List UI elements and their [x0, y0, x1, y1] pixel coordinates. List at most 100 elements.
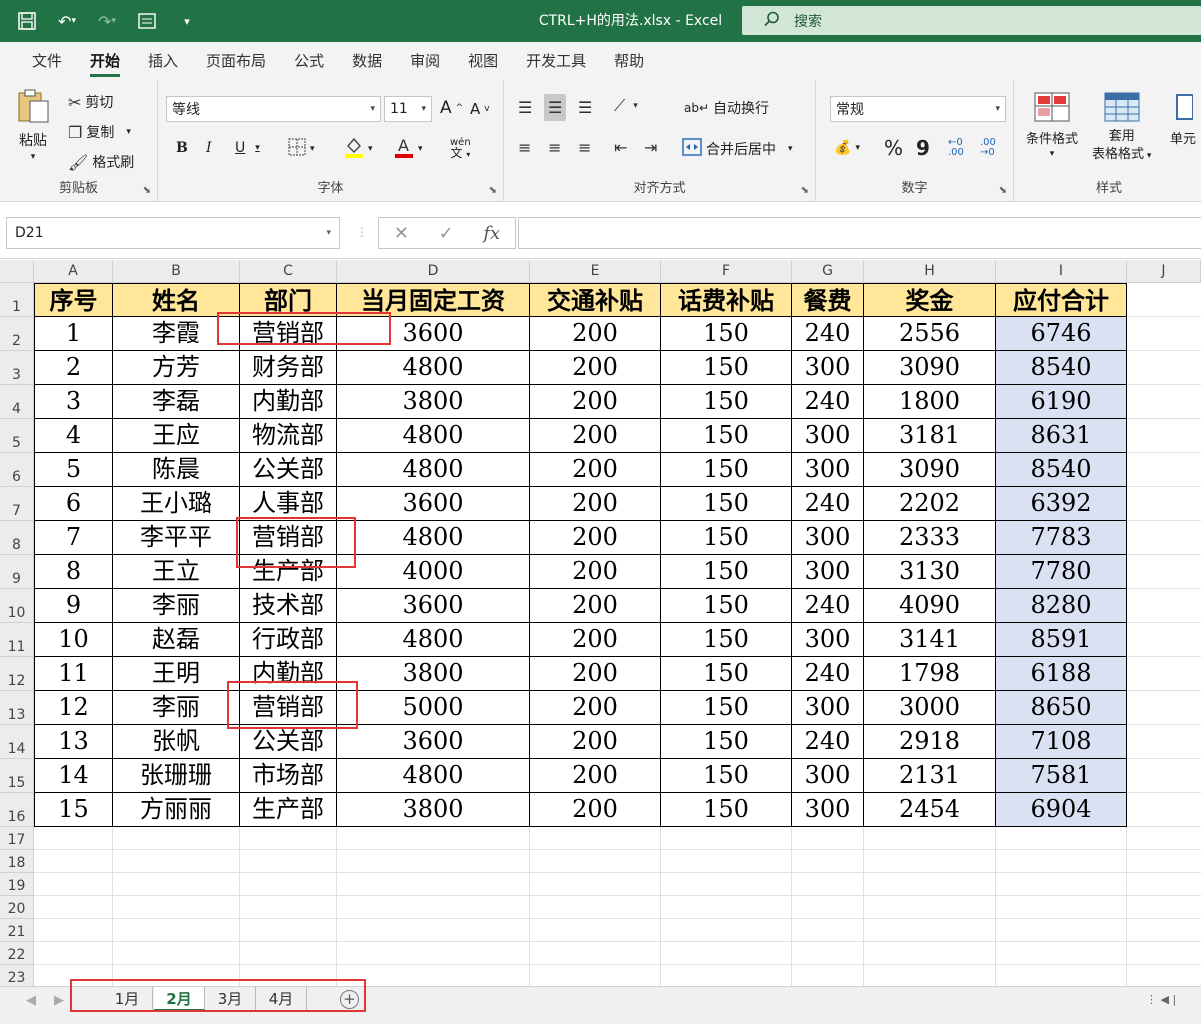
table-cell[interactable]: 300: [792, 555, 864, 589]
dialog-launcher-icon[interactable]: ⬊: [143, 185, 151, 196]
table-cell[interactable]: 张珊珊: [113, 759, 240, 793]
table-cell[interactable]: 200: [530, 589, 661, 623]
table-cell[interactable]: 3800: [337, 385, 530, 419]
ribbon-tab[interactable]: 帮助: [600, 42, 658, 80]
dialog-launcher-icon[interactable]: ⬊: [801, 185, 809, 196]
table-cell[interactable]: 赵磊: [113, 623, 240, 657]
copy-button[interactable]: ❐ 复制 ▾: [68, 122, 131, 142]
align-center-icon[interactable]: ≡: [548, 138, 561, 157]
previous-sheet-icon[interactable]: ◀: [26, 993, 36, 1008]
row-header[interactable]: 2: [0, 317, 34, 351]
row-header[interactable]: 17: [0, 827, 34, 850]
ribbon-tab[interactable]: 开发工具: [512, 42, 600, 80]
bold-button[interactable]: B: [176, 140, 188, 156]
table-cell[interactable]: 8: [34, 555, 113, 589]
row-header[interactable]: 16: [0, 793, 34, 827]
table-cell[interactable]: 300: [792, 521, 864, 555]
table-cell[interactable]: 5: [34, 453, 113, 487]
table-cell[interactable]: 2454: [864, 793, 996, 827]
row-header[interactable]: 20: [0, 896, 34, 919]
insert-function-icon[interactable]: fx: [483, 223, 500, 244]
column-header[interactable]: I: [996, 260, 1127, 283]
comma-button[interactable]: 9: [916, 136, 930, 160]
paste-button[interactable]: 粘贴 ▾: [16, 88, 50, 162]
table-cell[interactable]: 3: [34, 385, 113, 419]
table-cell[interactable]: 150: [661, 759, 792, 793]
table-cell[interactable]: 4800: [337, 453, 530, 487]
table-cell[interactable]: 200: [530, 385, 661, 419]
table-cell[interactable]: 6746: [996, 317, 1127, 351]
align-top-icon[interactable]: ☰: [518, 98, 532, 117]
table-cell[interactable]: 200: [530, 487, 661, 521]
table-cell[interactable]: 3181: [864, 419, 996, 453]
header-cell[interactable]: 当月固定工资: [337, 283, 530, 317]
table-cell[interactable]: 7: [34, 521, 113, 555]
ribbon-tab[interactable]: 开始: [76, 42, 134, 80]
column-header[interactable]: C: [240, 260, 337, 283]
table-cell[interactable]: 3800: [337, 793, 530, 827]
table-cell[interactable]: 营销部: [240, 317, 337, 351]
table-cell[interactable]: 150: [661, 351, 792, 385]
fill-color-button[interactable]: ▾: [344, 136, 373, 162]
table-cell[interactable]: 200: [530, 317, 661, 351]
row-header[interactable]: 21: [0, 919, 34, 942]
table-cell[interactable]: 9: [34, 589, 113, 623]
column-header[interactable]: H: [864, 260, 996, 283]
row-header[interactable]: 19: [0, 873, 34, 896]
row-header[interactable]: 11: [0, 623, 34, 657]
row-header[interactable]: 22: [0, 942, 34, 965]
table-cell[interactable]: 300: [792, 623, 864, 657]
row-header[interactable]: 5: [0, 419, 34, 453]
format-as-table-button[interactable]: 套用 表格格式 ▾: [1092, 92, 1151, 165]
save-icon[interactable]: [14, 8, 40, 34]
table-cell[interactable]: 2202: [864, 487, 996, 521]
cut-button[interactable]: ✂ 剪切: [68, 92, 113, 112]
table-cell[interactable]: 3130: [864, 555, 996, 589]
table-cell[interactable]: 6904: [996, 793, 1127, 827]
table-cell[interactable]: 市场部: [240, 759, 337, 793]
font-name-select[interactable]: 等线 ▾: [166, 96, 381, 122]
scroll-left-icon[interactable]: ⋮ ◀ |: [1146, 993, 1176, 1006]
table-cell[interactable]: 13: [34, 725, 113, 759]
table-cell[interactable]: 4800: [337, 419, 530, 453]
row-header[interactable]: 3: [0, 351, 34, 385]
dialog-launcher-icon[interactable]: ⬊: [999, 185, 1007, 196]
table-cell[interactable]: 公关部: [240, 725, 337, 759]
search-box[interactable]: 搜索: [742, 6, 1201, 35]
table-cell[interactable]: 8650: [996, 691, 1127, 725]
table-cell[interactable]: 10: [34, 623, 113, 657]
table-cell[interactable]: 150: [661, 623, 792, 657]
row-header[interactable]: 1: [0, 283, 34, 317]
table-cell[interactable]: 李霞: [113, 317, 240, 351]
dialog-launcher-icon[interactable]: ⬊: [489, 185, 497, 196]
table-cell[interactable]: 1798: [864, 657, 996, 691]
table-cell[interactable]: 7780: [996, 555, 1127, 589]
customize-qat-icon[interactable]: ▾: [174, 8, 200, 34]
column-header[interactable]: J: [1127, 260, 1201, 283]
ribbon-tab[interactable]: 数据: [338, 42, 396, 80]
font-size-select[interactable]: 11 ▾: [384, 96, 432, 122]
table-cell[interactable]: 8540: [996, 453, 1127, 487]
table-cell[interactable]: 李平平: [113, 521, 240, 555]
ribbon-tab[interactable]: 插入: [134, 42, 192, 80]
table-cell[interactable]: 王立: [113, 555, 240, 589]
table-cell[interactable]: 2556: [864, 317, 996, 351]
column-header[interactable]: D: [337, 260, 530, 283]
table-cell[interactable]: 240: [792, 725, 864, 759]
column-header[interactable]: A: [34, 260, 113, 283]
header-cell[interactable]: 奖金: [864, 283, 996, 317]
table-cell[interactable]: 生产部: [240, 555, 337, 589]
row-header[interactable]: 4: [0, 385, 34, 419]
borders-button[interactable]: ▾: [288, 138, 315, 160]
increase-indent-icon[interactable]: ⇥: [644, 138, 657, 157]
italic-button[interactable]: I: [206, 140, 212, 156]
table-cell[interactable]: 240: [792, 589, 864, 623]
table-cell[interactable]: 4000: [337, 555, 530, 589]
ribbon-tab[interactable]: 审阅: [396, 42, 454, 80]
column-header[interactable]: B: [113, 260, 240, 283]
align-right-icon[interactable]: ≡: [578, 138, 591, 157]
table-cell[interactable]: 内勤部: [240, 657, 337, 691]
table-cell[interactable]: 6: [34, 487, 113, 521]
table-cell[interactable]: 4800: [337, 623, 530, 657]
table-cell[interactable]: 3090: [864, 453, 996, 487]
